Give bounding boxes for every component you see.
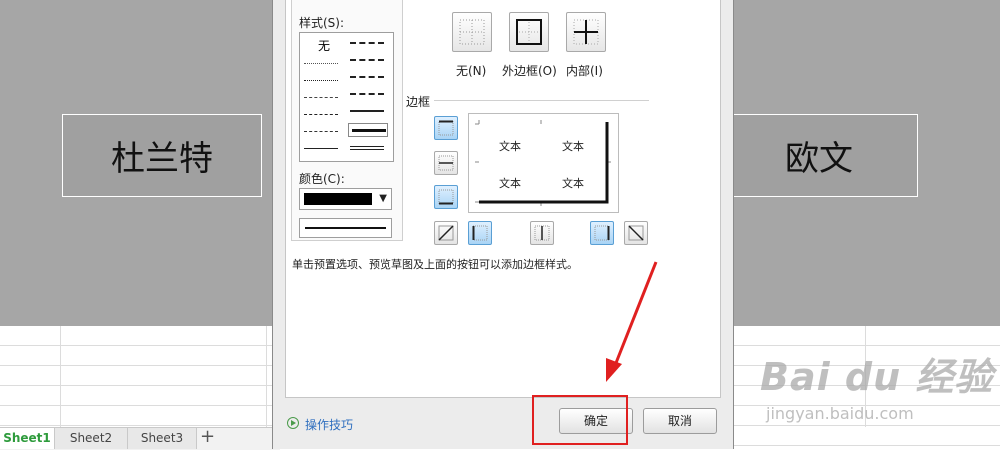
watermark-url: jingyan.baidu.com — [766, 404, 914, 423]
watermark-logo: Bai du 经验 — [760, 355, 994, 399]
baidu-watermark: Bai du 经验 jingyan.baidu.com — [760, 346, 994, 423]
